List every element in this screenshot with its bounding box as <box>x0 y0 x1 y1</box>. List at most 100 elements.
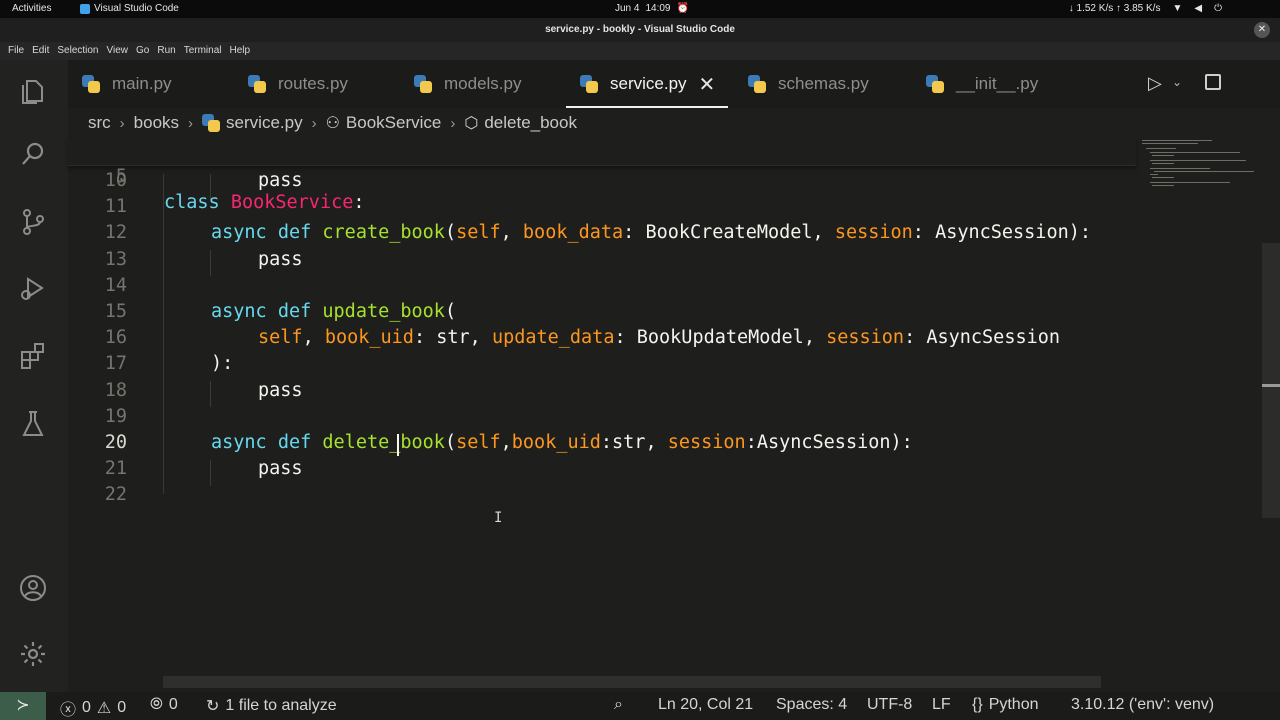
language-label: Python <box>988 696 1039 713</box>
breadcrumb-class[interactable]: ⚇ BookService <box>326 113 442 133</box>
menu-bar: File Edit Selection View Go Run Terminal… <box>0 42 1280 60</box>
line-number: 16 <box>104 327 127 349</box>
close-icon[interactable]: ✕ <box>699 72 716 97</box>
testing-icon[interactable] <box>17 408 49 440</box>
analysis-text: 1 file to analyze <box>225 697 337 714</box>
indent-guide <box>210 250 211 276</box>
activity-bar <box>0 60 68 692</box>
app-name: Visual Studio Code <box>94 3 179 14</box>
search-icon[interactable] <box>17 138 49 170</box>
sticky-scroll-header[interactable]: 5 class BookService: <box>68 138 1136 213</box>
menu-view[interactable]: View <box>103 42 133 60</box>
warning-count: 0 <box>117 699 127 716</box>
tab-main-py[interactable]: main.py <box>82 60 172 108</box>
zoom-icon[interactable]: ⌕ <box>614 696 623 714</box>
python-file-icon <box>202 114 221 132</box>
split-editor-icon[interactable] <box>1205 74 1221 90</box>
power-icon[interactable]: ⏻ <box>1214 3 1222 14</box>
breadcrumb-method-label: delete_book <box>484 113 577 132</box>
vscode-icon <box>80 3 90 14</box>
remote-indicator-icon[interactable]: ≻ <box>0 692 46 720</box>
minimap[interactable] <box>1138 138 1260 672</box>
code-line[interactable]: 12 async def create_book(self, book_data:… <box>68 220 1136 246</box>
code-line[interactable]: 18 pass <box>68 378 1136 404</box>
menu-file[interactable]: File <box>4 42 28 60</box>
alarm-icon: ⏰ <box>676 3 689 14</box>
ports-indicator[interactable]: ⦾ 0 <box>150 696 178 714</box>
run-python-file-icon[interactable]: ▷ <box>1148 73 1162 94</box>
vertical-scrollbar-thumb[interactable] <box>1262 243 1280 518</box>
problems-indicator[interactable]: ⓧ 0 ⚠ 0 <box>60 696 126 720</box>
extensions-icon[interactable] <box>17 340 49 372</box>
menu-selection[interactable]: Selection <box>53 42 102 60</box>
tab-models-py[interactable]: models.py <box>414 60 521 108</box>
tab-label: models.py <box>444 74 522 93</box>
line-number: 17 <box>104 353 127 375</box>
breadcrumb-file[interactable]: service.py <box>202 113 303 133</box>
chevron-right-icon: › <box>188 114 194 132</box>
code-line[interactable]: 16 self, book_uid: str, update_data: Book… <box>68 325 1136 351</box>
close-window-icon[interactable]: ✕ <box>1254 22 1270 38</box>
breadcrumb-method[interactable]: ⬡ delete_book <box>464 113 577 133</box>
menu-edit[interactable]: Edit <box>28 42 53 60</box>
minimap-line <box>1150 168 1210 169</box>
code-line-text: self, book_uid: str, update_data: BookUp… <box>258 327 1061 349</box>
python-interpreter[interactable]: 3.10.12 ('env': venv) <box>1071 696 1214 714</box>
code-line[interactable]: 17): <box>68 351 1136 377</box>
account-icon[interactable] <box>17 572 49 604</box>
encoding[interactable]: UTF-8 <box>867 696 912 714</box>
code-line-text: pass <box>258 458 303 480</box>
app-menu[interactable]: Visual Studio Code <box>80 3 179 14</box>
run-debug-icon[interactable] <box>17 272 49 304</box>
menu-help[interactable]: Help <box>226 42 255 60</box>
minimap-line <box>1154 171 1254 172</box>
horizontal-scrollbar-thumb[interactable] <box>163 676 1101 688</box>
code-line[interactable]: 14 <box>68 273 1136 299</box>
language-mode[interactable]: {} Python <box>972 696 1039 714</box>
tab-label: routes.py <box>278 74 348 93</box>
volume-icon[interactable]: ◀ <box>1194 3 1202 14</box>
braces-icon: {} <box>972 696 983 713</box>
code-line[interactable]: 22 <box>68 482 1136 508</box>
code-line[interactable]: 13 pass <box>68 247 1136 273</box>
code-line[interactable]: 21 pass <box>68 456 1136 482</box>
minimap-line <box>1152 185 1174 186</box>
tab-label: main.py <box>112 74 172 93</box>
breadcrumb-class-label: BookService <box>345 113 442 132</box>
indentation[interactable]: Spaces: 4 <box>776 696 847 714</box>
python-file-icon <box>926 75 944 93</box>
code-line[interactable]: 20 async def delete_book(self,book_uid:st… <box>68 430 1136 456</box>
breadcrumb-src[interactable]: src <box>88 113 111 133</box>
activities-button[interactable]: Activities <box>12 3 51 14</box>
cursor-position[interactable]: Ln 20, Col 21 <box>658 696 753 714</box>
code-line-text: pass <box>258 248 303 270</box>
tab-routes-py[interactable]: routes.py <box>248 60 348 108</box>
tab-schemas-py[interactable]: schemas.py <box>748 60 869 108</box>
menu-terminal[interactable]: Terminal <box>180 42 226 60</box>
python-file-icon <box>414 75 432 93</box>
explorer-icon[interactable] <box>17 76 49 108</box>
gear-icon[interactable] <box>17 638 49 670</box>
chevron-down-icon[interactable]: ⌄ <box>1172 75 1182 89</box>
code-line[interactable]: 15 async def update_book( <box>68 299 1136 325</box>
source-control-icon[interactable] <box>17 206 49 238</box>
menu-run[interactable]: Run <box>153 42 179 60</box>
code-editor[interactable]: 5 class BookService: 10 pass 11 12 async def… <box>68 138 1136 672</box>
analysis-indicator[interactable]: ↻ 1 file to analyze <box>206 696 337 716</box>
line-number: 13 <box>104 248 127 270</box>
end-of-line[interactable]: LF <box>932 696 951 714</box>
tab-init-py[interactable]: __init__.py <box>926 60 1038 108</box>
clock[interactable]: Jun 4 14:09 ⏰ <box>615 3 689 14</box>
code-line[interactable]: 19 <box>68 404 1136 430</box>
breadcrumb-file-label: service.py <box>226 113 303 132</box>
tab-label: __init__.py <box>956 74 1039 93</box>
sync-icon: ↻ <box>206 698 220 715</box>
minimap-line <box>1150 160 1246 161</box>
system-tray[interactable]: ↓ 1.52 K/s ↑ 3.85 K/s ▼ ◀ ⏻ <box>1069 3 1222 14</box>
indent-guide <box>210 381 211 407</box>
tab-service-py[interactable]: service.py ✕ <box>566 60 728 108</box>
wifi-icon[interactable]: ▼ <box>1172 3 1182 14</box>
breadcrumb-books[interactable]: books <box>134 113 179 133</box>
menu-go[interactable]: Go <box>132 42 153 60</box>
tab-label: service.py <box>610 74 687 93</box>
